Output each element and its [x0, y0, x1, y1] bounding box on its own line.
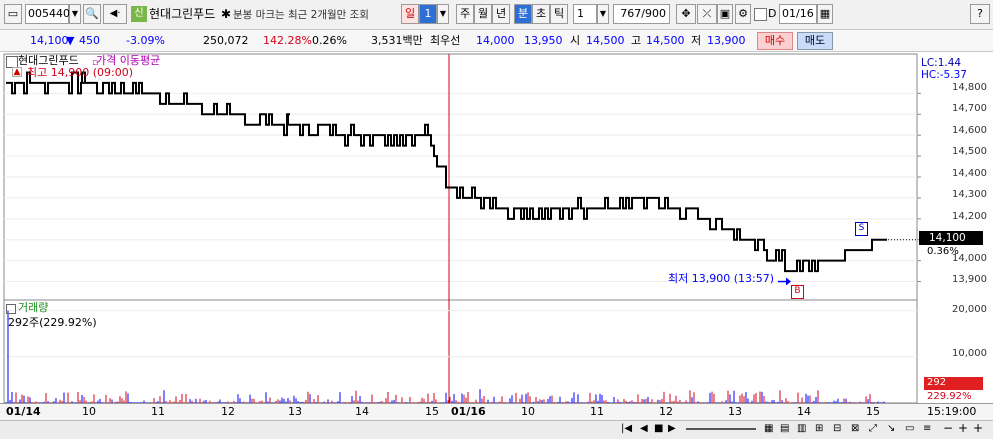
price-tick: 14,500 — [952, 146, 987, 157]
layout-icon[interactable]: ▥ — [797, 421, 806, 437]
scroll-right-icon[interactable]: ▶ — [668, 421, 676, 437]
x-label: 10 — [521, 405, 535, 418]
scroll-left-end-icon[interactable]: |◀ — [621, 421, 632, 437]
price-tick: 14,800 — [952, 82, 987, 93]
grid-icon[interactable]: ▦ — [764, 421, 773, 437]
zoom-out-icon[interactable]: − — [943, 420, 953, 436]
buy-signal-marker: B — [791, 285, 804, 299]
volume-panel-frame — [3, 299, 918, 404]
x-axis — [0, 403, 993, 421]
x-label: 13 — [288, 405, 302, 418]
current-price-tag: 14,100 — [919, 231, 983, 245]
price-tick: 14,400 — [952, 168, 987, 179]
x-label: 01/16 — [451, 405, 486, 418]
scroll-left-icon[interactable]: ◀ — [640, 421, 648, 437]
zoom-in-icon[interactable]: + — [958, 420, 968, 436]
x-label: 15 — [866, 405, 880, 418]
x-label: 13 — [728, 405, 742, 418]
low-annotation: 최저 13,900 (13:57) — [668, 272, 775, 285]
x-label: 14 — [797, 405, 811, 418]
x-label: 10 — [82, 405, 96, 418]
window-icon[interactable]: ▭ — [905, 421, 914, 437]
chart-type-icon[interactable]: ▤ — [780, 421, 789, 437]
volume-value-text: 292주(229.92%) — [8, 316, 97, 329]
volume-tick: 20,000 — [952, 304, 987, 315]
list-icon[interactable]: ≡ — [923, 421, 931, 437]
volume-tick: 10,000 — [952, 348, 987, 359]
arrow-icon[interactable]: ↘ — [887, 421, 895, 437]
scroll-bar[interactable] — [0, 420, 993, 439]
x-axis-time: 15:19:00 — [927, 405, 977, 418]
volume-title: 거래량 — [18, 301, 49, 314]
high-annotation: 최고 14,900 (09:00) — [27, 66, 134, 79]
scroll-thumb[interactable] — [686, 428, 756, 430]
x-label: 15 — [425, 405, 439, 418]
price-tick: 14,600 — [952, 125, 987, 136]
x-label: 11 — [151, 405, 165, 418]
price-tick: 14,300 — [952, 189, 987, 200]
stop-icon[interactable]: ■ — [654, 421, 663, 437]
x-label: 01/14 — [6, 405, 41, 418]
x-label: 11 — [590, 405, 604, 418]
fit-icon[interactable]: ⤢ — [869, 421, 877, 437]
price-tick: 13,900 — [952, 274, 987, 285]
expand-icon[interactable]: ⊞ — [815, 421, 823, 437]
price-tick: 14,000 — [952, 253, 987, 264]
volume-legend-toggle-icon[interactable] — [6, 304, 16, 314]
x-label: 14 — [355, 405, 369, 418]
price-tick: 14,200 — [952, 211, 987, 222]
x-label: 12 — [659, 405, 673, 418]
sell-signal-marker: S — [855, 222, 868, 236]
high-marker-icon: ▲ — [12, 67, 22, 77]
x-label: 12 — [221, 405, 235, 418]
zoom-reset-icon[interactable]: + — [973, 420, 983, 436]
compare-icon[interactable]: ⊠ — [851, 421, 859, 437]
hc-label: HC:-5.37 — [921, 69, 967, 81]
price-tick: 14,700 — [952, 103, 987, 114]
indicator-icon[interactable]: ⊟ — [833, 421, 841, 437]
